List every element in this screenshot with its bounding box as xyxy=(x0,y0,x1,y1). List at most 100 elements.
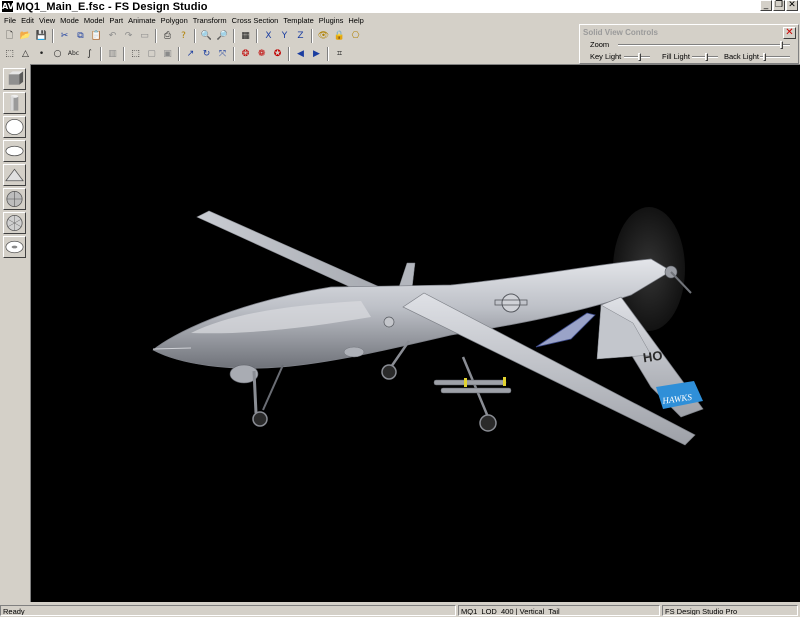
toolbar-separator xyxy=(233,47,235,61)
red-tool-3-button[interactable]: ✪ xyxy=(270,47,285,62)
cone-primitive-button[interactable] xyxy=(3,164,26,186)
toolbar-separator xyxy=(178,47,180,61)
prev-button[interactable]: ◀ xyxy=(293,47,308,62)
fill-light-slider-thumb[interactable] xyxy=(705,53,708,61)
axis-x-button[interactable]: X xyxy=(261,29,276,44)
close-window-button[interactable]: ✕ xyxy=(786,0,798,11)
cylinder-primitive-button[interactable] xyxy=(3,92,26,114)
red-tool-1-icon: ❂ xyxy=(241,48,250,59)
eye-icon: 👁 xyxy=(317,30,330,41)
copy-button[interactable]: ⧉ xyxy=(73,29,88,44)
status-product: FS Design Studio Pro xyxy=(662,605,798,616)
move-button[interactable]: ↗ xyxy=(183,47,198,62)
grid-button[interactable]: ▦ xyxy=(238,29,253,44)
triangle-button[interactable]: △ xyxy=(18,47,33,62)
left-tail-fin xyxy=(535,312,596,348)
minimize-button[interactable]: _ xyxy=(760,0,772,11)
nose-gear-strut xyxy=(252,370,258,414)
toolbar-separator xyxy=(311,29,313,43)
zoom-slider-thumb[interactable] xyxy=(780,41,783,49)
menu-model[interactable]: Model xyxy=(83,16,108,25)
menu-template[interactable]: Template xyxy=(282,16,317,25)
menu-part[interactable]: Part xyxy=(108,16,127,25)
marquee-button[interactable]: ⬚ xyxy=(128,47,143,62)
menu-edit[interactable]: Edit xyxy=(20,16,38,25)
geosphere-primitive-button[interactable] xyxy=(3,212,26,234)
solid-view-controls-close-button[interactable]: ✕ xyxy=(783,27,796,39)
title-bar[interactable]: AV MQ1_Main_E.fsc - FS Design Studio _ ❐… xyxy=(0,0,800,13)
menu-view[interactable]: View xyxy=(38,16,59,25)
redo-icon: ↷ xyxy=(124,30,133,41)
eye-button[interactable]: 👁 xyxy=(316,29,331,44)
menu-cross-section[interactable]: Cross Section xyxy=(231,16,283,25)
open-folder-button[interactable]: 📂 xyxy=(18,29,33,44)
zoom-label: Zoom xyxy=(590,40,610,49)
lock-button[interactable]: 🔒 xyxy=(332,29,347,44)
paste-button[interactable]: 📋 xyxy=(89,29,104,44)
status-ready: Ready xyxy=(0,605,456,616)
red-tool-2-button[interactable]: ❁ xyxy=(254,47,269,62)
text-abc-icon: Abc xyxy=(67,50,80,57)
menu-help[interactable]: Help xyxy=(347,16,367,25)
red-tool-1-button[interactable]: ❂ xyxy=(238,47,253,62)
rotate-button[interactable]: ↻ xyxy=(199,47,214,62)
toolbar-separator xyxy=(123,47,125,61)
key-light-slider-thumb[interactable] xyxy=(638,53,641,61)
axis-z-button[interactable]: Z xyxy=(293,29,308,44)
select-box-button[interactable]: ⬚ xyxy=(2,47,17,62)
restore-button[interactable]: ❐ xyxy=(773,0,785,11)
spline-button[interactable]: ∫ xyxy=(82,47,97,62)
ventral-pod xyxy=(343,346,365,358)
fill-light-slider[interactable] xyxy=(692,53,718,61)
sphere-primitive-button[interactable] xyxy=(3,116,26,138)
zoom-in-button[interactable]: 🔍 xyxy=(199,29,214,44)
save-button[interactable]: 💾 xyxy=(34,29,49,44)
cut-button[interactable]: ✂ xyxy=(57,29,72,44)
axis-y-button[interactable]: Y xyxy=(277,29,292,44)
grey-box-icon: ▭ xyxy=(140,30,149,41)
stamp-button[interactable]: ▥ xyxy=(105,47,120,62)
application-window: AV MQ1_Main_E.fsc - FS Design Studio _ ❐… xyxy=(0,0,800,617)
point-icon: • xyxy=(38,48,45,59)
3d-viewport[interactable]: HAWKS HO xyxy=(30,64,800,602)
menu-transform[interactable]: Transform xyxy=(192,16,231,25)
help-button[interactable]: ? xyxy=(176,29,191,44)
camera-button[interactable]: ⎔ xyxy=(348,29,363,44)
next-button[interactable]: ▶ xyxy=(309,47,324,62)
zoom-out-button[interactable]: 🔎 xyxy=(215,29,230,44)
grey-square-button[interactable]: ▢ xyxy=(144,47,159,62)
grey-square2-icon: ▣ xyxy=(163,48,172,59)
zoom-in-icon: 🔍 xyxy=(200,30,213,41)
print-button[interactable]: ⎙ xyxy=(160,29,175,44)
scale-button[interactable]: ⤧ xyxy=(215,47,230,62)
redo-button[interactable]: ↷ xyxy=(121,29,136,44)
cube-primitive-button[interactable] xyxy=(3,68,26,90)
grey-square2-button[interactable]: ▣ xyxy=(160,47,175,62)
key-light-slider[interactable] xyxy=(624,53,650,61)
menu-mode[interactable]: Mode xyxy=(59,16,83,25)
menu-file[interactable]: File xyxy=(3,16,20,25)
ellipsoid-primitive-button[interactable] xyxy=(3,140,26,162)
binoculars-button[interactable]: ⌗ xyxy=(332,47,347,62)
new-file-icon: 🗋 xyxy=(5,30,14,41)
circle-button[interactable]: ○ xyxy=(50,47,65,62)
point-button[interactable]: • xyxy=(34,47,49,62)
undo-button[interactable]: ↶ xyxy=(105,29,120,44)
new-file-button[interactable]: 🗋 xyxy=(2,29,17,44)
menu-plugins[interactable]: Plugins xyxy=(318,16,348,25)
menu-animate[interactable]: Animate xyxy=(127,16,160,25)
grey-box-button[interactable]: ▭ xyxy=(137,29,152,44)
tail-code-text: HO xyxy=(642,348,663,366)
grid-icon: ▦ xyxy=(241,30,250,41)
zoom-slider[interactable] xyxy=(618,41,790,49)
torus-primitive-button[interactable] xyxy=(3,236,26,258)
back-light-slider-thumb[interactable] xyxy=(763,53,766,61)
open-folder-icon: 📂 xyxy=(19,30,32,41)
back-light-slider[interactable] xyxy=(760,53,790,61)
axis-y-icon: Y xyxy=(281,30,288,41)
solid-view-controls-title: Solid View Controls xyxy=(583,28,658,37)
primitive-palette xyxy=(2,66,27,262)
menu-polygon[interactable]: Polygon xyxy=(160,16,192,25)
text-abc-button[interactable]: Abc xyxy=(66,47,81,62)
globe-primitive-button[interactable] xyxy=(3,188,26,210)
